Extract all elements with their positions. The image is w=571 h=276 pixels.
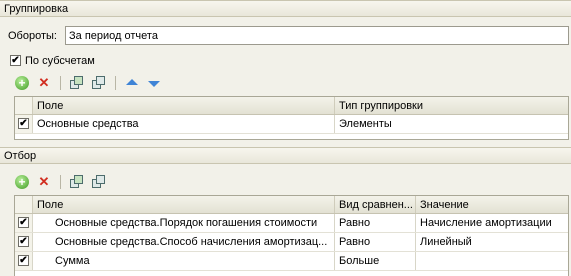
arrow-down-icon (148, 81, 160, 87)
column-header-field[interactable]: Поле (33, 97, 335, 114)
grouping-table: Поле Тип группировки ✔ Основные средства… (14, 96, 569, 140)
check-icon: ✔ (19, 255, 28, 266)
row-comparison[interactable]: Равно (335, 233, 416, 251)
by-subaccounts-checkbox[interactable]: ✔ (10, 55, 21, 66)
row-grouping-type[interactable]: Элементы (335, 115, 568, 133)
turnovers-label: Обороты: (8, 30, 57, 42)
x-icon: ✕ (38, 75, 50, 90)
row-field[interactable]: Основные средства.Порядок погашения стои… (33, 214, 335, 232)
column-header-comparison[interactable]: Вид сравнен... (335, 196, 416, 213)
grouping-move-up-button[interactable] (124, 75, 140, 91)
row-check-cell: ✔ (15, 252, 33, 270)
filter-uncheck-all-button[interactable] (91, 174, 107, 190)
uncheck-all-icon (92, 175, 106, 189)
table-row[interactable]: ✔ Основные средства.Способ начисления ам… (15, 233, 568, 252)
filter-delete-button[interactable]: ✕ (36, 174, 52, 190)
check-icon: ✔ (11, 55, 20, 66)
row-checkbox[interactable]: ✔ (18, 236, 29, 247)
grouping-uncheck-all-button[interactable] (91, 75, 107, 91)
header-check-cell (15, 196, 33, 213)
toolbar-separator (115, 76, 116, 90)
row-comparison[interactable]: Равно (335, 214, 416, 232)
check-all-icon (70, 76, 84, 90)
table-row[interactable]: ✔ Основные средства.Порядок погашения ст… (15, 214, 568, 233)
row-value[interactable]: Линейный (416, 233, 568, 251)
plus-icon: + (15, 175, 29, 189)
row-field[interactable]: Основные средства (33, 115, 335, 133)
grouping-check-all-button[interactable] (69, 75, 85, 91)
row-checkbox[interactable]: ✔ (18, 217, 29, 228)
table-row[interactable]: ✔ Основные средства Элементы (15, 115, 568, 134)
table-row[interactable]: ✔ Сумма Больше (15, 252, 568, 271)
filter-table: Поле Вид сравнен... Значение ✔ Основные … (14, 195, 569, 276)
arrow-up-icon (126, 79, 138, 85)
filter-table-header: Поле Вид сравнен... Значение (15, 196, 568, 214)
filter-check-all-button[interactable] (69, 174, 85, 190)
check-icon: ✔ (19, 118, 28, 129)
row-checkbox[interactable]: ✔ (18, 255, 29, 266)
row-value[interactable] (416, 252, 568, 270)
grouping-move-down-button[interactable] (146, 75, 162, 91)
check-all-icon (70, 175, 84, 189)
grouping-delete-button[interactable]: ✕ (36, 75, 52, 91)
grouping-table-header: Поле Тип группировки (15, 97, 568, 115)
filter-section-header: Отбор (0, 147, 571, 164)
row-value[interactable]: Начисление амортизации (416, 214, 568, 232)
row-field[interactable]: Основные средства.Способ начисления амор… (33, 233, 335, 251)
row-checkbox[interactable]: ✔ (18, 118, 29, 129)
row-check-cell: ✔ (15, 214, 33, 232)
grouping-section-header: Группировка (0, 0, 571, 17)
turnovers-value: За период отчета (69, 30, 158, 42)
by-subaccounts-label: По субсчетам (25, 55, 95, 67)
row-field[interactable]: Сумма (33, 252, 335, 270)
column-header-field[interactable]: Поле (33, 196, 335, 213)
filter-add-button[interactable]: + (14, 174, 30, 190)
grouping-toolbar: + ✕ (14, 73, 162, 93)
grouping-add-button[interactable]: + (14, 75, 30, 91)
row-comparison[interactable]: Больше (335, 252, 416, 270)
filter-section-title: Отбор (4, 150, 37, 162)
uncheck-all-icon (92, 76, 106, 90)
toolbar-separator (60, 76, 61, 90)
filter-toolbar: + ✕ (14, 172, 107, 192)
column-header-value[interactable]: Значение (416, 196, 568, 213)
toolbar-separator (60, 175, 61, 189)
header-check-cell (15, 97, 33, 114)
row-check-cell: ✔ (15, 115, 33, 133)
plus-icon: + (15, 76, 29, 90)
check-icon: ✔ (19, 236, 28, 247)
grouping-section-title: Группировка (4, 3, 69, 15)
check-icon: ✔ (19, 217, 28, 228)
row-check-cell: ✔ (15, 233, 33, 251)
turnovers-field[interactable]: За период отчета (65, 26, 569, 45)
column-header-grouping-type[interactable]: Тип группировки (335, 97, 568, 114)
x-icon: ✕ (38, 174, 50, 189)
